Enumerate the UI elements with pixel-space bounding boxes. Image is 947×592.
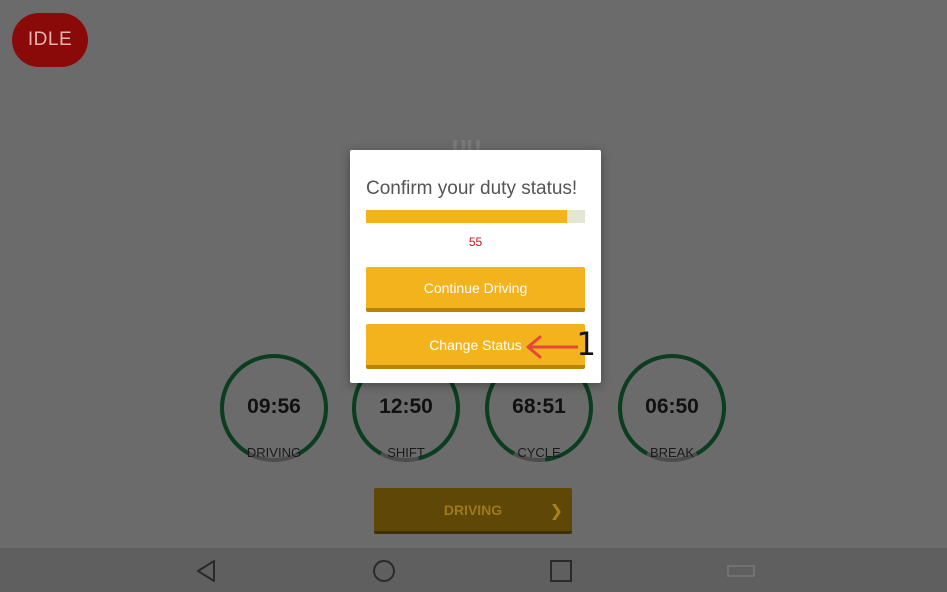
driving-button[interactable]: DRIVING ❯	[374, 488, 572, 534]
home-icon[interactable]	[371, 558, 397, 584]
gauge-value: 06:50	[645, 395, 699, 418]
recents-icon[interactable]	[548, 558, 574, 584]
gauge-label: CYCLE	[517, 445, 561, 460]
countdown-text: 55	[468, 235, 483, 249]
chevron-right-icon: ❯	[549, 503, 563, 520]
status-badge[interactable]: IDLE	[12, 13, 88, 67]
countdown-progress-bar	[366, 210, 585, 223]
progress-fill	[366, 210, 568, 223]
back-icon[interactable]	[194, 558, 220, 584]
faint-nav-icon	[727, 565, 755, 577]
annotation-number: 1	[576, 325, 596, 363]
driving-button-label: DRIVING	[443, 501, 503, 518]
gauge-label: BREAK	[649, 445, 695, 460]
gauge-break: 06:50 BREAK	[616, 352, 728, 464]
gauge-value: 12:50	[379, 395, 433, 418]
gauge-value: 68:51	[512, 395, 566, 418]
gauge-label: DRIVING	[246, 445, 302, 460]
gauge-label: SHIFT	[387, 445, 425, 460]
gauge-driving: 09:56 DRIVING	[218, 352, 330, 464]
gauge-value: 09:56	[247, 395, 301, 418]
navigation-bar	[0, 548, 947, 592]
dialog-title: Confirm your duty status!	[366, 178, 578, 199]
annotation-arrow-icon	[526, 335, 578, 359]
continue-driving-button[interactable]: Continue Driving	[366, 267, 585, 312]
